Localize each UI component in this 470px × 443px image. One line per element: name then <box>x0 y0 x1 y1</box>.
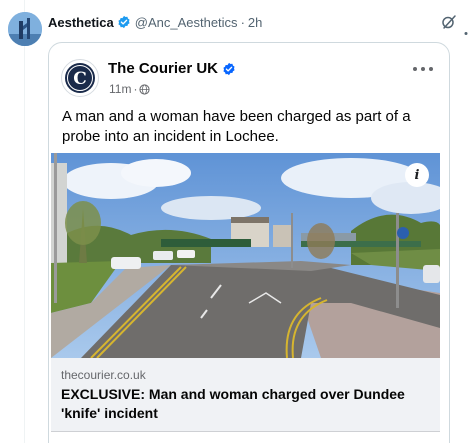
more-options-icon[interactable] <box>464 22 470 35</box>
link-domain: thecourier.co.uk <box>61 368 146 382</box>
grok-icon[interactable] <box>441 14 457 30</box>
more-horizontal-icon <box>413 67 433 71</box>
link-title[interactable]: EXCLUSIVE: Man and woman charged over Du… <box>61 385 431 423</box>
display-name[interactable]: Aesthetica <box>48 15 114 30</box>
profile-avatar-icon <box>8 12 42 46</box>
page-name[interactable]: The Courier UK <box>108 60 218 77</box>
verified-badge-icon <box>117 15 131 29</box>
share-icon[interactable] <box>317 437 327 443</box>
action-bar-divider <box>51 431 440 432</box>
embedded-facebook-post[interactable]: C The Courier UK 11m · A man and a woman… <box>48 42 450 443</box>
courier-logo[interactable]: C <box>61 59 99 97</box>
timestamp[interactable]: 2h <box>248 15 262 30</box>
page-name-row: The Courier UK <box>108 60 236 77</box>
profile-avatar[interactable] <box>8 12 42 46</box>
info-icon: i <box>414 167 420 183</box>
user-handle[interactable]: @Anc_Aesthetics <box>135 15 238 30</box>
page-verified-icon <box>222 62 236 76</box>
tweet[interactable]: Aesthetica @Anc_Aesthetics · 2h C The Co… <box>0 0 470 443</box>
like-icon[interactable] <box>126 437 136 443</box>
street-scene-image <box>51 153 440 358</box>
post-time[interactable]: 11m <box>109 82 131 96</box>
courier-logo-icon: C <box>65 63 95 93</box>
separator-dot: · <box>240 14 245 30</box>
logo-letter: C <box>73 69 87 89</box>
post-meta: 11m · <box>109 82 151 96</box>
tweet-header: Aesthetica @Anc_Aesthetics · 2h <box>48 12 262 32</box>
link-preview[interactable]: thecourier.co.uk EXCLUSIVE: Man and woma… <box>51 358 440 431</box>
globe-icon <box>139 83 151 95</box>
meta-separator: · <box>133 82 138 96</box>
post-text: A man and a woman have been charged as p… <box>62 108 411 145</box>
street-photo[interactable] <box>51 153 440 358</box>
photo-info-button[interactable]: i <box>405 163 429 187</box>
post-more-button[interactable] <box>412 61 434 71</box>
